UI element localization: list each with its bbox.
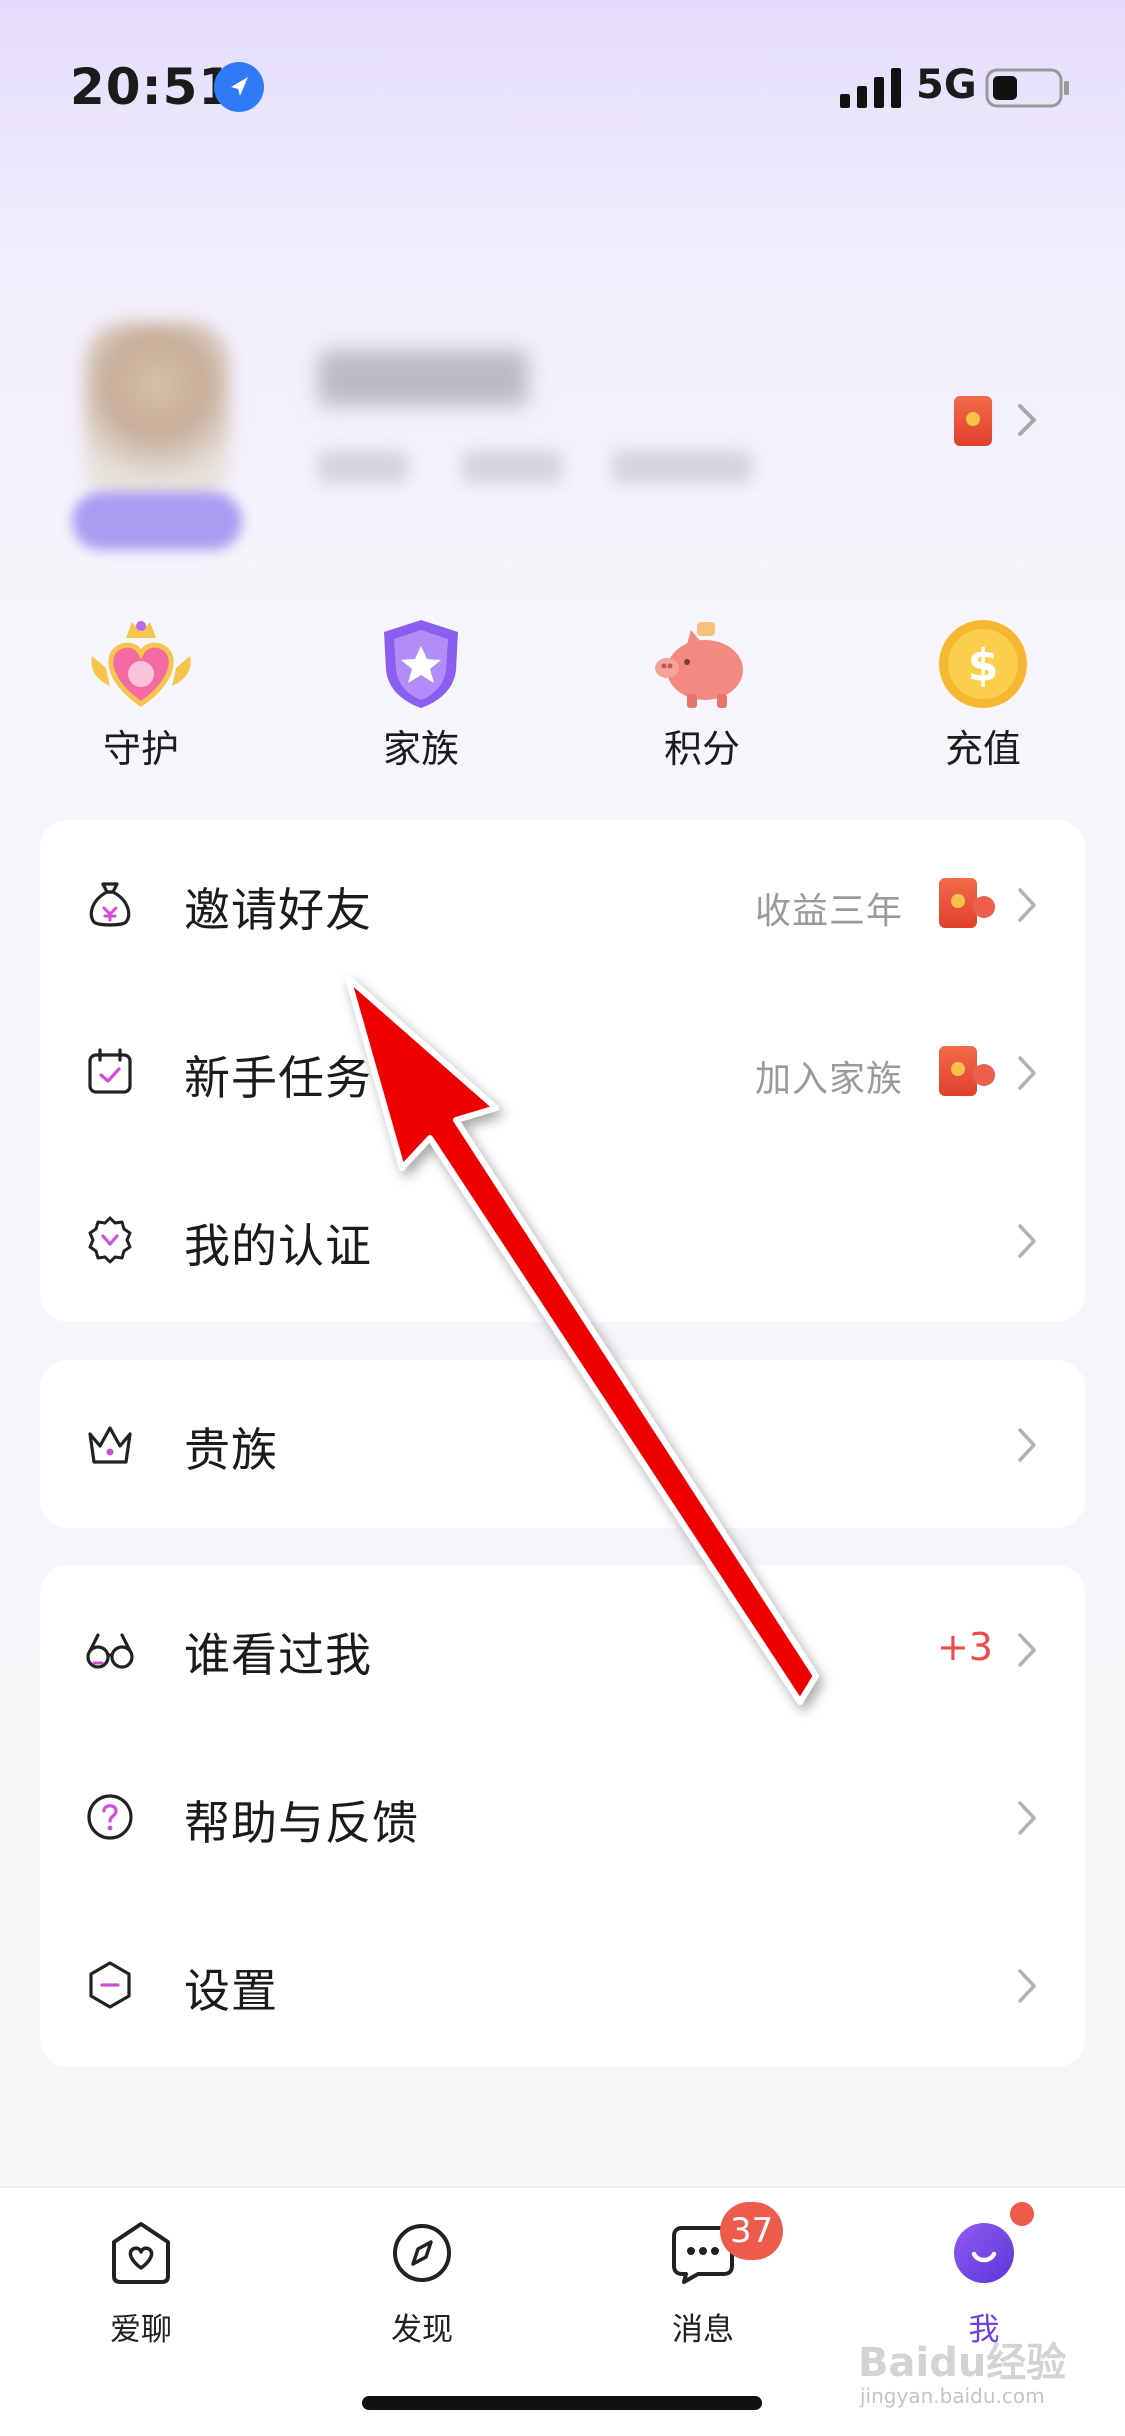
menu-row-label: 邀请好友: [184, 883, 372, 937]
visitor-count: +3: [936, 1625, 993, 1669]
quick-action-recharge[interactable]: $ 充值: [883, 610, 1083, 780]
quick-action-family[interactable]: 家族: [321, 610, 521, 780]
quick-action-label: 积分: [663, 727, 740, 771]
smile-face-icon: [954, 2223, 1014, 2283]
menu-row-label: 新手任务: [184, 1051, 372, 1105]
quick-action-label: 守护: [102, 727, 179, 771]
notification-dot: [973, 896, 995, 918]
status-time: 20:51: [70, 58, 235, 116]
chevron-right-icon: [1018, 1801, 1036, 1835]
user-stat-blurred: [318, 450, 408, 484]
message-count-badge: 37: [720, 2202, 784, 2260]
network-type: 5G: [916, 62, 977, 108]
home-heart-icon: [112, 2222, 170, 2284]
battery-icon: [985, 68, 1069, 108]
menu-row-label: 谁看过我: [184, 1628, 372, 1682]
home-indicator: [362, 2396, 762, 2410]
menu-row-sub: 收益三年: [754, 891, 903, 932]
menu-row-help-feedback[interactable]: 帮助与反馈: [40, 1733, 1085, 1901]
quick-actions: 守护 家族 积分 $ 充值: [0, 610, 1125, 780]
tab-label: 消息: [672, 2312, 734, 2348]
menu-row-label: 我的认证: [184, 1219, 372, 1273]
quick-action-label: 充值: [944, 727, 1021, 771]
money-bag-icon: [89, 882, 131, 927]
menu-row-label: 贵族: [184, 1423, 278, 1477]
svg-text:$: $: [968, 640, 999, 691]
chevron-right-icon: [1018, 888, 1036, 922]
menu-row-nobility[interactable]: 贵族: [40, 1360, 1085, 1528]
shield-star-icon: [384, 620, 458, 708]
quick-action-points[interactable]: 积分: [602, 610, 802, 780]
chevron-right-icon: [1018, 1224, 1036, 1258]
notification-dot: [1010, 2202, 1034, 2226]
watermark-url: jingyan.baidu.com: [860, 2384, 1045, 2408]
menu-row-label: 帮助与反馈: [184, 1796, 419, 1850]
menu-row-my-verification[interactable]: 我的认证: [40, 1156, 1085, 1324]
menu-row-label: 设置: [184, 1964, 278, 2018]
red-packet-icon: [939, 1046, 977, 1096]
compass-icon: [393, 2224, 451, 2282]
location-arrow-icon: [214, 62, 264, 112]
quick-action-guard[interactable]: 守护: [41, 610, 241, 780]
quick-action-label: 家族: [382, 727, 459, 771]
tab-label: 爱聊: [110, 2312, 172, 2348]
menu-row-settings[interactable]: 设置: [40, 1901, 1085, 2069]
tab-label: 发现: [391, 2312, 453, 2348]
calendar-check-icon: [88, 1048, 132, 1094]
menu-card-3: 谁看过我 +3 帮助与反馈 设置: [40, 1565, 1085, 2067]
user-name-blurred: [318, 350, 528, 406]
tab-discover[interactable]: 发现: [322, 2208, 522, 2358]
avatar[interactable]: [84, 322, 230, 502]
user-stat-blurred: [462, 450, 562, 484]
signal-strength-icon: [840, 68, 901, 108]
menu-card-1: 邀请好友 收益三年 新手任务 加入家族 我的认证: [40, 820, 1085, 1322]
dollar-coin-icon: $: [939, 620, 1027, 708]
avatar-tag: [72, 492, 242, 550]
help-circle-icon: [87, 1794, 133, 1840]
red-packet-icon: [939, 878, 977, 928]
heart-crown-icon: [91, 621, 191, 708]
profile-header[interactable]: [0, 300, 1125, 560]
hexagon-settings-icon: [89, 1961, 131, 2009]
notification-dot: [973, 1064, 995, 1086]
red-packet-icon[interactable]: [954, 396, 992, 446]
user-stat-blurred: [612, 450, 752, 484]
watermark: Baidu经验: [858, 2340, 1067, 2386]
tab-ailiao[interactable]: 爱聊: [41, 2208, 241, 2358]
badge-check-icon: [88, 1216, 132, 1264]
chevron-right-icon: [1018, 1056, 1036, 1090]
glasses-icon: [86, 1633, 134, 1669]
piggy-bank-icon: [655, 622, 743, 708]
menu-row-newbie-tasks[interactable]: 新手任务 加入家族: [40, 988, 1085, 1156]
crown-icon: [88, 1426, 132, 1464]
menu-row-who-viewed-me[interactable]: 谁看过我 +3: [40, 1565, 1085, 1733]
chevron-right-icon: [1018, 1969, 1036, 2003]
chevron-right-icon: [1018, 404, 1036, 436]
menu-card-2: 贵族: [40, 1360, 1085, 1528]
menu-row-invite-friends[interactable]: 邀请好友 收益三年: [40, 820, 1085, 988]
chevron-right-icon: [1018, 1633, 1036, 1667]
menu-row-sub: 加入家族: [754, 1059, 903, 1100]
chevron-right-icon: [1018, 1428, 1036, 1462]
status-bar: 20:51 5G: [0, 0, 1125, 150]
